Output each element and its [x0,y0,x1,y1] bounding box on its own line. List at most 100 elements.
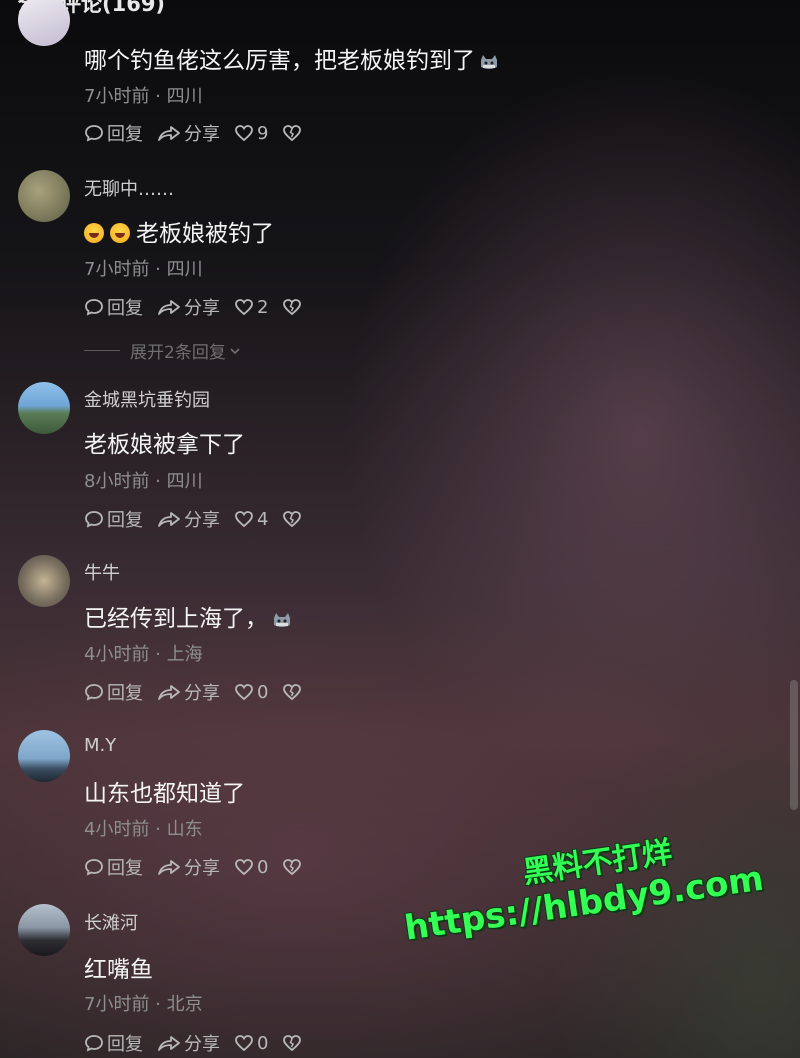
reply-label: 回复 [107,298,143,319]
comment-time-location: 7小时前 · 四川 [84,86,203,107]
broken-heart-icon [283,859,302,876]
reply-label: 回复 [107,124,143,145]
comment-text: 山东也都知道了 [84,781,245,807]
broken-heart-icon [283,125,302,142]
expand-divider [84,350,120,351]
cat-emoji-icon [274,612,290,627]
comment-time-location: 4小时前 · 山东 [84,819,203,840]
comment-text-content: 老板娘被钓了 [136,221,274,247]
avatar[interactable] [18,730,70,782]
comment-actions: 回复 分享 2 [84,294,319,320]
share-icon [158,300,180,315]
expand-replies-label: 展开2条回复 [130,343,226,363]
comment-text: 红嘴鱼 [84,957,153,983]
comment-actions: 回复 分享 4 [84,506,319,532]
share-button[interactable]: 分享 [157,1030,220,1056]
reply-button[interactable]: 回复 [84,679,143,705]
dislike-button[interactable] [282,857,305,877]
reply-label: 回复 [107,858,143,879]
share-button[interactable]: 分享 [157,854,220,880]
avatar[interactable] [18,0,70,46]
share-label: 分享 [184,858,220,879]
like-button[interactable]: 2 [234,297,268,318]
reply-icon [85,1035,103,1052]
avatar[interactable] [18,555,70,607]
reply-icon [85,684,103,701]
chevron-down-icon [230,347,240,354]
share-icon [158,685,180,700]
comment-text: 已经传到上海了， [84,599,292,633]
heart-icon [235,299,253,316]
avatar[interactable] [18,170,70,222]
comment-username[interactable]: 无聊中…… [84,175,174,201]
scrollbar-thumb[interactable] [790,680,798,810]
comment-text-content: 哪个钓鱼佬这么厉害，把老板娘钓到了 [84,48,475,74]
share-icon [158,1036,180,1051]
share-icon [158,512,180,527]
reply-label: 回复 [107,1034,143,1055]
like-button[interactable]: 4 [234,509,268,530]
heart-icon [235,859,253,876]
comment-text: 老板娘被钓了 [84,214,274,248]
reply-icon [85,511,103,528]
dislike-button[interactable] [282,297,305,317]
reply-button[interactable]: 回复 [84,1030,143,1056]
like-button[interactable]: 0 [234,857,268,878]
like-count: 0 [257,681,269,703]
comment-username[interactable]: 牛牛 [84,559,120,585]
comment-actions: 回复 分享 0 [84,854,319,880]
dislike-button[interactable] [282,682,305,702]
reply-button[interactable]: 回复 [84,506,143,532]
broken-heart-icon [283,511,302,528]
comment-text: 哪个钓鱼佬这么厉害，把老板娘钓到了 [84,41,499,75]
dislike-button[interactable] [282,123,305,143]
share-label: 分享 [184,298,220,319]
comment-actions: 回复 分享 9 [84,120,319,146]
heart-icon [235,684,253,701]
comment-username[interactable]: M.Y [84,735,116,756]
dislike-button[interactable] [282,1033,305,1053]
reply-icon [85,125,103,142]
avatar[interactable] [18,904,70,956]
comment-username[interactable]: 金城黑坑垂钓园 [84,386,210,412]
share-icon [158,860,180,875]
share-label: 分享 [184,1034,220,1055]
comment-actions: 回复 分享 0 [84,679,319,705]
share-label: 分享 [184,683,220,704]
like-button[interactable]: 0 [234,682,268,703]
heart-icon [235,125,253,142]
avatar[interactable] [18,382,70,434]
comment-time-location: 4小时前 · 上海 [84,644,203,665]
share-button[interactable]: 分享 [157,294,220,320]
comment-text: 老板娘被拿下了 [84,432,245,458]
comment-text-content: 已经传到上海了， [84,606,268,632]
reply-button[interactable]: 回复 [84,854,143,880]
reply-label: 回复 [107,683,143,704]
broken-heart-icon [283,299,302,316]
like-count: 0 [257,856,269,878]
share-icon [158,126,180,141]
comment-username[interactable]: 长滩河 [84,909,138,935]
reply-icon [85,859,103,876]
laughing-emoji-icon [110,223,130,243]
comment-time-location: 7小时前 · 四川 [84,259,203,280]
laughing-emoji-icon [84,223,104,243]
share-button[interactable]: 分享 [157,506,220,532]
like-count: 2 [257,296,269,318]
watermark: 黑料不打烊 https://hlbdy9.com [396,815,766,949]
like-button[interactable]: 0 [234,1033,268,1054]
like-count: 9 [257,122,269,144]
heart-icon [235,511,253,528]
comment-time-location: 8小时前 · 四川 [84,471,203,492]
reply-button[interactable]: 回复 [84,294,143,320]
broken-heart-icon [283,684,302,701]
like-button[interactable]: 9 [234,123,268,144]
cat-emoji-icon [481,54,497,69]
share-button[interactable]: 分享 [157,120,220,146]
share-button[interactable]: 分享 [157,679,220,705]
expand-replies-button[interactable]: 展开2条回复 [84,338,242,363]
dislike-button[interactable] [282,509,305,529]
reply-button[interactable]: 回复 [84,120,143,146]
like-count: 4 [257,508,269,530]
like-count: 0 [257,1032,269,1054]
